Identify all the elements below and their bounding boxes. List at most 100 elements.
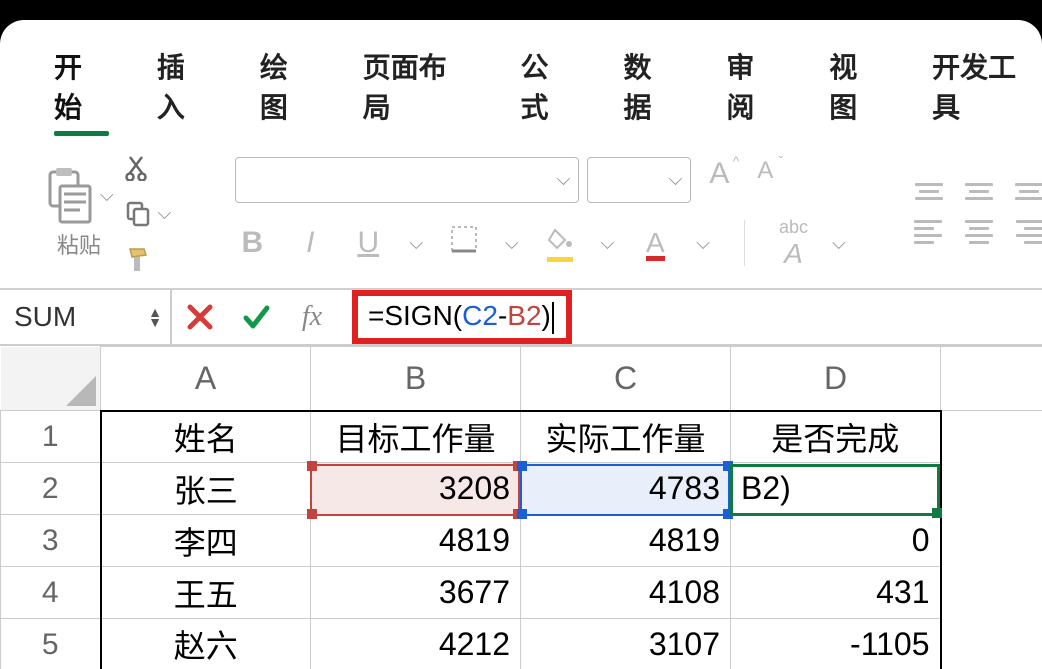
copy-dropdown-icon[interactable]: ⌵: [158, 203, 172, 224]
chevron-down-icon: ⌵: [669, 169, 683, 190]
formula-ref-b2: B2: [507, 300, 541, 331]
cell-e2[interactable]: [941, 463, 1042, 515]
bold-button[interactable]: B: [235, 226, 269, 260]
name-box-spinner[interactable]: ▲▼: [148, 307, 162, 327]
select-all-corner[interactable]: [1, 347, 101, 411]
name-box[interactable]: SUM ▲▼: [4, 290, 172, 344]
cell-d2-active[interactable]: B2): [731, 463, 941, 515]
ribbon-tabs: 开始 插入 绘图 页面布局 公式 数据 审阅 视图 开发工具: [0, 20, 1042, 136]
align-bottom-button[interactable]: [1014, 183, 1042, 200]
cell-d5[interactable]: -1105: [731, 619, 941, 669]
font-name-select[interactable]: ⌵: [235, 157, 579, 203]
name-box-value: SUM: [14, 301, 76, 333]
cell-d1[interactable]: 是否完成: [731, 411, 941, 463]
accept-formula-button[interactable]: [228, 290, 284, 344]
tab-data[interactable]: 数据: [623, 46, 678, 126]
cell-b2[interactable]: 3208: [311, 463, 521, 515]
border-dropdown-icon[interactable]: ⌵: [505, 233, 519, 254]
decrease-font-button[interactable]: Aˇ: [747, 157, 783, 203]
cell-c5[interactable]: 3107: [521, 619, 731, 669]
clipboard-tools: ⌵: [124, 150, 172, 276]
formula-highlight: =SIGN(C2-B2): [352, 290, 572, 344]
cancel-formula-button[interactable]: [172, 290, 228, 344]
font-color-dropdown-icon[interactable]: ⌵: [696, 233, 710, 254]
cell-b3[interactable]: 4819: [311, 515, 521, 567]
tab-formulas[interactable]: 公式: [521, 46, 576, 126]
fill-handle[interactable]: [932, 508, 942, 518]
column-header-a[interactable]: A: [101, 347, 311, 411]
chevron-down-icon: ⌵: [557, 169, 571, 190]
row-header-2[interactable]: 2: [1, 463, 101, 515]
align-left-button[interactable]: [914, 220, 944, 244]
clipboard-icon[interactable]: [44, 166, 94, 224]
tab-view[interactable]: 视图: [829, 46, 884, 126]
tab-draw[interactable]: 绘图: [260, 46, 315, 126]
row-header-3[interactable]: 3: [1, 515, 101, 567]
cell-e1[interactable]: [941, 411, 1042, 463]
cell-e5[interactable]: [941, 619, 1042, 669]
toolbar: ⌵ 粘贴 ⌵ ⌵ ⌵ A^ Aˇ B: [0, 136, 1042, 290]
formula-input[interactable]: =SIGN(C2-B2): [340, 290, 1042, 344]
cell-a1[interactable]: 姓名: [101, 411, 311, 463]
cell-a5[interactable]: 赵六: [101, 619, 311, 669]
formula-text-prefix: =SIGN(: [368, 300, 462, 331]
cell-c1[interactable]: 实际工作量: [521, 411, 731, 463]
row-header-4[interactable]: 4: [1, 567, 101, 619]
font-group: ⌵ ⌵ A^ Aˇ B I U ⌵ ⌵: [235, 157, 845, 270]
toolbar-divider-2: [744, 220, 745, 266]
align-top-button[interactable]: [914, 183, 944, 200]
phonetic-dropdown-icon[interactable]: ⌵: [832, 233, 846, 254]
font-size-select[interactable]: ⌵: [587, 157, 691, 203]
phonetic-button[interactable]: abcA: [779, 217, 808, 270]
column-header-b[interactable]: B: [311, 347, 521, 411]
format-painter-button[interactable]: [124, 242, 172, 276]
cell-b1[interactable]: 目标工作量: [311, 411, 521, 463]
cell-d3[interactable]: 0: [731, 515, 941, 567]
cell-b5[interactable]: 4212: [311, 619, 521, 669]
cell-e4[interactable]: [941, 567, 1042, 619]
tab-review[interactable]: 审阅: [726, 46, 781, 126]
column-header-c[interactable]: C: [521, 347, 731, 411]
text-cursor: [552, 302, 554, 334]
tab-insert[interactable]: 插入: [157, 46, 212, 126]
paste-dropdown-icon[interactable]: ⌵: [100, 185, 114, 206]
cell-a2[interactable]: 张三: [101, 463, 311, 515]
align-center-button[interactable]: [964, 220, 994, 244]
copy-button[interactable]: ⌵: [124, 196, 172, 230]
align-right-button[interactable]: [1014, 220, 1042, 244]
cell-c3[interactable]: 4819: [521, 515, 731, 567]
underline-dropdown-icon[interactable]: ⌵: [409, 233, 423, 254]
align-middle-button[interactable]: [964, 183, 994, 200]
cell-a3[interactable]: 李四: [101, 515, 311, 567]
formula-text-minus: -: [498, 300, 507, 331]
border-button[interactable]: [447, 224, 481, 262]
cell-a4[interactable]: 王五: [101, 567, 311, 619]
formula-bar: SUM ▲▼ fx =SIGN(C2-B2): [0, 290, 1042, 346]
formula-text-suffix: ): [542, 300, 551, 331]
column-header-d[interactable]: D: [731, 347, 941, 411]
paste-group: ⌵ 粘贴: [44, 166, 114, 260]
cell-d4[interactable]: 431: [731, 567, 941, 619]
cut-button[interactable]: [124, 150, 172, 184]
increase-font-button[interactable]: A^: [699, 157, 739, 203]
spreadsheet-grid[interactable]: A B C D 1 姓名 目标工作量 实际工作量 是否完成 2 张三 3208 …: [0, 346, 1042, 669]
column-header-empty[interactable]: [941, 347, 1042, 411]
tab-home[interactable]: 开始: [54, 46, 109, 126]
cell-b4[interactable]: 3677: [311, 567, 521, 619]
paste-label: 粘贴: [57, 228, 101, 260]
font-color-button[interactable]: A: [638, 226, 672, 260]
tab-page-layout[interactable]: 页面布局: [363, 46, 473, 126]
insert-function-button[interactable]: fx: [284, 290, 340, 344]
fill-color-button[interactable]: [543, 226, 577, 260]
row-header-1[interactable]: 1: [1, 411, 101, 463]
cell-e3[interactable]: [941, 515, 1042, 567]
tab-developer[interactable]: 开发工具: [932, 46, 1042, 126]
fill-dropdown-icon[interactable]: ⌵: [601, 233, 615, 254]
formula-ref-c2: C2: [462, 300, 498, 331]
alignment-group: [914, 183, 1042, 244]
italic-button[interactable]: I: [293, 226, 327, 260]
underline-button[interactable]: U: [351, 226, 385, 260]
cell-c4[interactable]: 4108: [521, 567, 731, 619]
row-header-5[interactable]: 5: [1, 619, 101, 669]
cell-c2[interactable]: 4783: [521, 463, 731, 515]
